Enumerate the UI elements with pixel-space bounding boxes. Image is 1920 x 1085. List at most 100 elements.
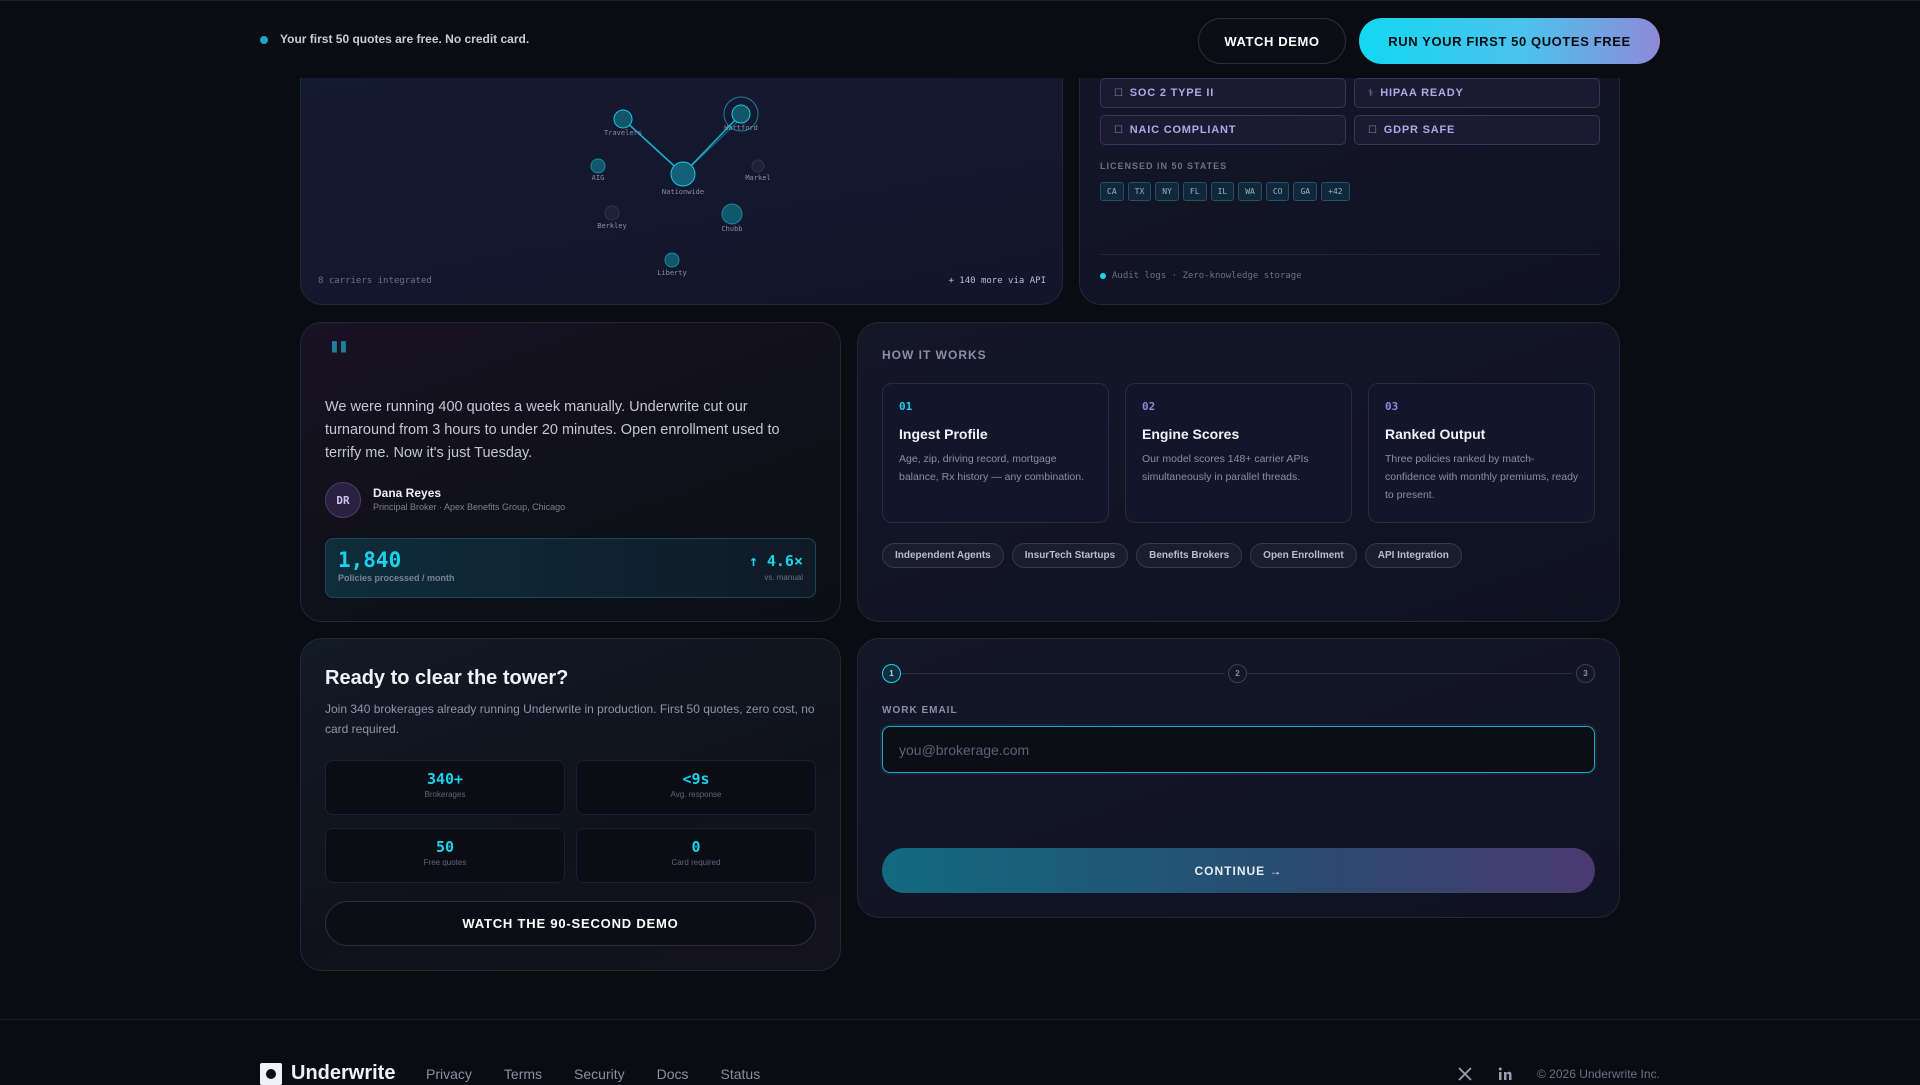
carrier-label: Chubb	[721, 225, 742, 233]
carrier-label: AIG	[592, 174, 605, 182]
badge-soc2: ☐ SOC 2 TYPE II	[1100, 78, 1346, 108]
stat-response: <9s Avg. response	[576, 760, 816, 815]
stat-label: Card required	[671, 858, 721, 867]
author-role: Principal Broker · Apex Benefits Group, …	[373, 502, 566, 512]
audit-note: Audit logs · Zero-knowledge storage	[1100, 271, 1302, 281]
testimonial-card: " We were running 400 quotes a week manu…	[300, 322, 841, 622]
run-free-quotes-button[interactable]: RUN YOUR FIRST 50 QUOTES FREE	[1359, 18, 1660, 64]
cta-description: Join 340 brokerages already running Unde…	[325, 702, 815, 736]
state-chip: NY	[1155, 182, 1179, 201]
carriers-integrated-text: 8 carriers integrated	[318, 276, 432, 286]
stat-label: Avg. response	[670, 790, 722, 799]
carrier-node	[613, 109, 633, 129]
stat-value: <9s	[682, 770, 710, 788]
step-card: 03 Ranked Output Three policies ranked b…	[1368, 383, 1595, 523]
step-number: 03	[1385, 400, 1399, 413]
carrier-label: Travelers	[604, 129, 642, 137]
carrier-label: Markel	[745, 174, 770, 182]
stat-value: 340+	[426, 770, 464, 788]
badge-naic: ☐ NAIC COMPLIANT	[1100, 115, 1346, 145]
carrier-node	[664, 252, 680, 268]
carrier-node	[721, 203, 743, 225]
progress-track	[901, 673, 1225, 674]
step-card: 02 Engine Scores Our model scores 148+ c…	[1125, 383, 1352, 523]
tag-api-integration[interactable]: API Integration	[1364, 543, 1462, 568]
step-number: 02	[1142, 400, 1156, 413]
divider	[1100, 254, 1599, 255]
check-square-icon: ☐	[1368, 124, 1378, 136]
step-description: Three policies ranked by match-confidenc…	[1385, 453, 1579, 501]
step-description: Our model scores 148+ carrier APIs simul…	[1142, 453, 1309, 483]
state-chip-more: +42	[1321, 182, 1350, 201]
carrier-node	[751, 159, 765, 173]
cta-card: Ready to clear the tower? Join 340 broke…	[300, 638, 841, 971]
badge-hipaa: ⚕ HIPAA READY	[1354, 78, 1600, 108]
brand-logo[interactable]: Underwrite	[260, 1062, 395, 1085]
step-title: Engine Scores	[1142, 426, 1240, 442]
progress-step-3: 3	[1576, 664, 1595, 683]
metric-box: 1,840 Policies processed / month ↑ 4.6× …	[325, 538, 816, 598]
state-chip-list: CA TX NY FL IL WA CO GA +42	[1100, 182, 1350, 201]
work-email-input[interactable]	[882, 726, 1595, 773]
avatar: DR	[325, 482, 361, 518]
tag-independent-agents[interactable]: Independent Agents	[882, 543, 1004, 568]
state-chip: GA	[1293, 182, 1318, 201]
email-label: WORK EMAIL	[882, 705, 958, 716]
logo-icon	[260, 1062, 282, 1085]
status-dot-icon	[1100, 273, 1106, 279]
badge-label: GDPR SAFE	[1383, 124, 1456, 136]
check-square-icon: ☐	[1114, 87, 1124, 99]
carrier-node	[670, 161, 696, 187]
stat-value: 0	[691, 838, 701, 856]
metric-sub: vs. manual	[764, 573, 803, 582]
licensed-states-label: LICENSED IN 50 STATES	[1100, 161, 1228, 171]
tag-open-enrollment[interactable]: Open Enrollment	[1250, 543, 1357, 568]
footer-divider	[0, 1019, 1920, 1020]
carrier-node	[590, 158, 606, 174]
state-chip: FL	[1182, 182, 1207, 201]
promo-text: Your first 50 quotes are free. No credit…	[280, 32, 530, 46]
stat-card-required: 0 Card required	[576, 828, 816, 883]
stat-value: 50	[435, 838, 455, 856]
state-chip: WA	[1238, 182, 1262, 201]
brand-name: Underwrite	[291, 1062, 396, 1084]
metric-label: Policies processed / month	[338, 573, 455, 583]
stat-brokerages: 340+ Brokerages	[325, 760, 565, 815]
tag-benefits-brokers[interactable]: Benefits Brokers	[1136, 543, 1243, 568]
watch-90-second-demo-button[interactable]: WATCH THE 90-SECOND DEMO	[325, 901, 816, 946]
carrier-node	[604, 205, 620, 221]
more-carriers-text: + 140 more via API	[948, 276, 1046, 286]
cta-title: Ready to clear the tower?	[325, 667, 569, 689]
continue-button[interactable]: CONTINUE →	[882, 848, 1595, 893]
badge-gdpr: ☐ GDPR SAFE	[1354, 115, 1600, 145]
metric-multiplier: ↑ 4.6×	[748, 552, 803, 570]
step-card: 01 Ingest Profile Age, zip, driving reco…	[882, 383, 1109, 523]
quote-icon: "	[328, 333, 350, 382]
testimonial-quote: We were running 400 quotes a week manual…	[325, 399, 780, 461]
author-name: Dana Reyes	[373, 486, 442, 500]
check-square-icon: ☐	[1114, 124, 1124, 136]
carrier-label: Hartford	[724, 124, 758, 132]
carrier-label: Nationwide	[662, 188, 704, 196]
watch-demo-button[interactable]: WATCH DEMO	[1198, 18, 1346, 64]
carrier-label: Liberty	[657, 269, 687, 277]
status-dot-icon	[260, 36, 268, 44]
carrier-node	[731, 104, 751, 124]
stat-label: Free quotes	[423, 858, 467, 867]
badge-label: NAIC COMPLIANT	[1129, 124, 1237, 136]
state-chip: TX	[1127, 182, 1152, 201]
step-number: 01	[899, 400, 913, 413]
announcement-bar: Your first 50 quotes are free. No credit…	[0, 0, 1920, 78]
tag-insurtech-startups[interactable]: InsurTech Startups	[1011, 543, 1129, 568]
badge-label: HIPAA READY	[1380, 87, 1464, 99]
progress-step-1: 1	[882, 664, 901, 683]
stat-free-quotes: 50 Free quotes	[325, 828, 565, 883]
copyright: © 2026 Underwrite Inc.	[1537, 1067, 1660, 1081]
section-title: HOW IT WORKS	[882, 348, 987, 362]
state-chip: CO	[1265, 182, 1290, 201]
carrier-label: Berkley	[597, 222, 627, 230]
audience-tags: Independent Agents InsurTech Startups Be…	[882, 543, 1462, 568]
state-chip: IL	[1210, 182, 1235, 201]
stat-label: Brokerages	[424, 790, 466, 799]
badge-label: SOC 2 TYPE II	[1129, 87, 1215, 99]
